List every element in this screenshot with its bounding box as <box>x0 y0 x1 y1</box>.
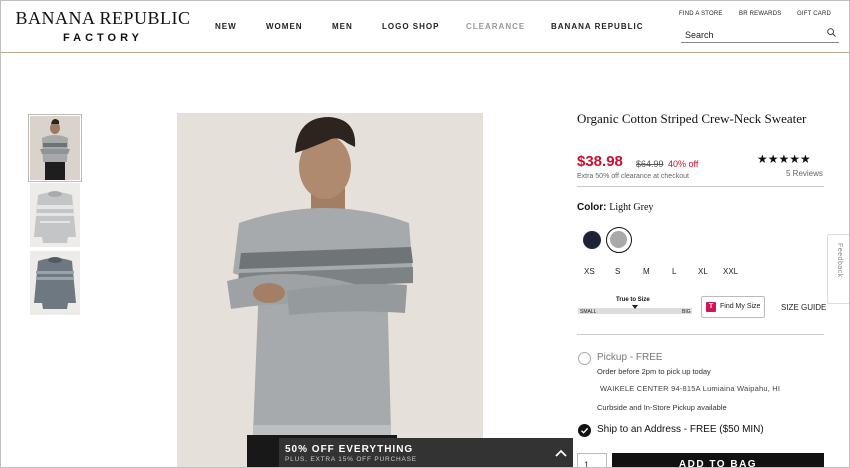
check-icon <box>581 427 589 434</box>
site-header: BANANA REPUBLIC FACTORY NEW WOMEN MEN LO… <box>1 1 849 53</box>
color-label: Color: Light Grey <box>577 202 653 213</box>
size-guide-link[interactable]: SIZE GUIDE <box>781 303 826 312</box>
swatch-light-grey-selected[interactable] <box>606 227 632 253</box>
thumbnail-model-image <box>30 116 80 180</box>
main-product-image[interactable] <box>177 113 483 467</box>
fit-label: True to Size <box>616 297 650 303</box>
brand-logo-line2: FACTORY <box>63 32 143 44</box>
nav-item-banana-republic[interactable]: BANANA REPUBLIC <box>551 22 643 31</box>
brand-logo[interactable]: BANANA REPUBLIC FACTORY <box>13 9 193 45</box>
fit-big-label: BIG <box>682 309 691 315</box>
reviews-link[interactable]: 5 Reviews <box>786 169 823 178</box>
divider <box>577 186 824 187</box>
color-label-prefix: Color: <box>577 202 607 213</box>
model-photo <box>177 113 483 467</box>
feedback-label: Feedback <box>836 243 843 278</box>
star-rating[interactable]: ★★★★★ <box>757 152 811 166</box>
find-my-size-button[interactable]: T Find My Size <box>701 296 765 318</box>
nav-item-new[interactable]: NEW <box>215 22 237 31</box>
thumbnail-dark-sweater-image <box>30 251 80 315</box>
size-m[interactable]: M <box>643 267 650 276</box>
original-price: $64.99 <box>636 159 664 169</box>
search-input[interactable] <box>681 27 816 43</box>
pickup-note: Order before 2pm to pick up today <box>597 367 711 376</box>
gift-card-link[interactable]: GIFT CARD <box>797 11 831 17</box>
ship-to-address-label: Ship to an Address - FREE ($50 MIN) <box>597 424 764 435</box>
sale-price: $38.98 <box>577 153 623 170</box>
feedback-tab[interactable]: Feedback <box>827 234 849 304</box>
fit-marker <box>632 305 638 309</box>
pickup-title: Pickup - FREE <box>597 352 663 363</box>
pickup-store[interactable]: WAIKELE CENTER 94-815A Lumiaina Waipahu,… <box>600 384 780 393</box>
pickup-radio[interactable] <box>578 352 591 365</box>
ship-radio-selected[interactable] <box>578 424 591 437</box>
size-s[interactable]: S <box>615 267 620 276</box>
search-icon[interactable] <box>827 28 836 37</box>
size-xl[interactable]: XL <box>698 267 708 276</box>
nav-item-clearance[interactable]: CLEARANCE <box>466 22 525 31</box>
swatch-light-grey-fill <box>610 231 627 248</box>
chevron-up-icon[interactable] <box>555 448 567 458</box>
nav-item-women[interactable]: WOMEN <box>266 22 303 31</box>
color-value: Light Grey <box>609 202 654 213</box>
add-to-bag-button[interactable]: ADD TO BAG <box>612 453 824 467</box>
find-my-size-label: Find My Size <box>720 303 761 310</box>
thumbnail-model[interactable] <box>28 114 82 182</box>
thumbnail-grey-sweater[interactable] <box>30 183 80 247</box>
thumbnail-grey-sweater-image <box>30 183 80 247</box>
nav-item-logo-shop[interactable]: LOGO SHOP <box>382 22 439 31</box>
search-box <box>681 25 839 43</box>
quantity-select[interactable]: 1 <box>577 453 607 467</box>
fit-scale: True to Size SMALL BIG <box>578 297 692 319</box>
extra-offer-text: Extra 50% off clearance at checkout <box>577 173 689 180</box>
fit-small-label: SMALL <box>580 309 597 315</box>
product-title: Organic Cotton Striped Crew-Neck Sweater <box>577 111 807 126</box>
page: BANANA REPUBLIC FACTORY NEW WOMEN MEN LO… <box>0 0 850 468</box>
promo-subtitle: PLUS, EXTRA 15% OFF PURCHASE <box>285 456 417 463</box>
br-rewards-link[interactable]: BR REWARDS <box>739 11 781 17</box>
promo-title: 50% OFF EVERYTHING <box>285 444 414 455</box>
find-a-store-link[interactable]: FIND A STORE <box>679 11 723 17</box>
brand-logo-line1: BANANA REPUBLIC <box>15 8 191 28</box>
swatch-navy[interactable] <box>583 231 601 249</box>
discount-percent: 40% off <box>668 159 699 169</box>
pickup-option-text: Curbside and In-Store Pickup available <box>597 403 727 412</box>
size-xxl[interactable]: XXL <box>723 267 738 276</box>
divider <box>577 334 824 335</box>
size-l[interactable]: L <box>672 267 676 276</box>
nav-item-men[interactable]: MEN <box>332 22 353 31</box>
true-fit-icon: T <box>706 302 716 312</box>
promo-banner[interactable]: 50% OFF EVERYTHING PLUS, EXTRA 15% OFF P… <box>279 438 573 467</box>
size-xs[interactable]: XS <box>584 267 595 276</box>
thumbnail-dark-sweater[interactable] <box>30 251 80 315</box>
